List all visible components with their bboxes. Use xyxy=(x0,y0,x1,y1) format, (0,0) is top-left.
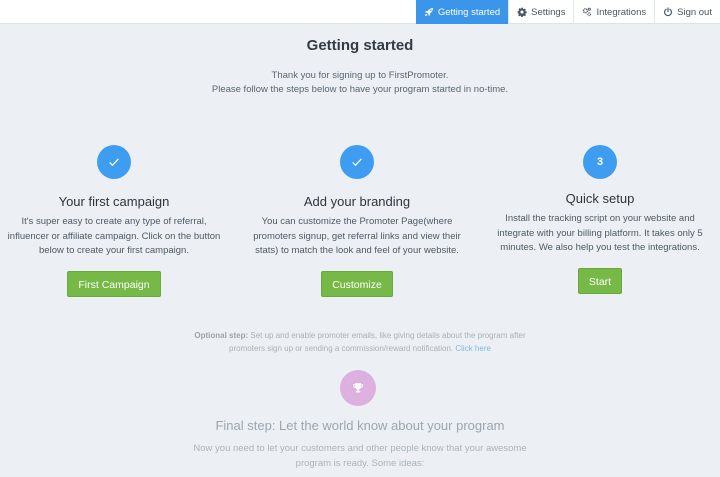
step-quick-setup: 3 Quick setup Install the tracking scrip… xyxy=(485,145,715,294)
step-2-desc-line-2: promoters signup, get referral links and… xyxy=(253,230,461,242)
step-1-desc-line-2: influencer or affiliate campaign. Click … xyxy=(7,230,221,242)
power-icon xyxy=(664,7,673,17)
step-3-title: Quick setup xyxy=(565,191,635,206)
step-3-desc-line-1: Install the tracking script on your webs… xyxy=(505,213,695,224)
trophy-icon xyxy=(353,383,363,393)
step-add-branding: Add your branding You can customize the … xyxy=(243,145,471,297)
step-2-title: Add your branding xyxy=(303,194,411,209)
step-1-description: It's super easy to create any type of re… xyxy=(0,215,228,259)
step-3-number-badge: 3 xyxy=(583,145,617,179)
nav-sign-out[interactable]: Sign out xyxy=(654,0,720,24)
step-3-desc-line-2: integrate with your billing platform. It… xyxy=(497,227,703,239)
step-3-desc-line-3: minutes. We also help you test the integ… xyxy=(500,242,700,253)
step-2-desc-line-1: You can customize the Promoter Page(wher… xyxy=(261,216,453,227)
optional-line-1-text: Set up and enable promoter emails, like … xyxy=(248,331,526,340)
step-1-title: Your first campaign xyxy=(58,194,170,209)
step-1-desc-line-1: It's super easy to create any type of re… xyxy=(21,216,207,227)
nav-settings-label: Settings xyxy=(531,6,566,18)
final-step-title: Final step: Let the world know about you… xyxy=(215,418,505,433)
optional-line-1: Optional step: Set up and enable promote… xyxy=(0,330,720,343)
optional-step-note: Optional step: Set up and enable promote… xyxy=(0,330,720,355)
optional-line-2: promoters sign up or sending a commissio… xyxy=(0,343,720,356)
step-2-desc-line-3: stats) to match the look and feel of you… xyxy=(255,245,459,256)
step-3-description: Install the tracking script on your webs… xyxy=(485,212,715,256)
final-desc-line-1: Now you need to let your customers and o… xyxy=(193,443,527,454)
optional-line-2-text: promoters sign up or sending a commissio… xyxy=(229,343,456,353)
nav-integrations[interactable]: Integrations xyxy=(573,0,654,24)
step-1-desc-line-3: below to create your first campaign. xyxy=(39,245,189,256)
intro-line-1: Thank you for signing up to FirstPromote… xyxy=(271,70,449,81)
final-step-badge xyxy=(340,370,376,406)
first-campaign-button[interactable]: First Campaign xyxy=(67,270,161,297)
optional-click-here-link[interactable]: Click here xyxy=(455,344,491,353)
step-2-description: You can customize the Promoter Page(wher… xyxy=(243,215,471,259)
final-desc-line-2: program is ready. Some ideas: xyxy=(295,457,425,469)
nav-integrations-label: Integrations xyxy=(596,6,647,18)
nav-getting-started-label: Getting started xyxy=(437,6,501,18)
step-1-completed-badge xyxy=(97,145,131,179)
nav-menu: Getting started Settings Integrations Si… xyxy=(415,0,720,24)
gear-icon xyxy=(517,7,527,17)
checkmark-icon xyxy=(109,158,119,167)
checkmark-icon xyxy=(352,158,362,167)
nav-getting-started[interactable]: Getting started xyxy=(415,0,509,24)
gears-icon xyxy=(583,7,592,17)
final-step-description: Now you need to let your customers and o… xyxy=(0,442,720,471)
intro-line-2: Please follow the steps below to have yo… xyxy=(211,84,509,95)
optional-step-label: Optional step: xyxy=(194,331,249,340)
step-2-completed-badge xyxy=(340,145,374,179)
top-navigation-bar: Getting started Settings Integrations Si… xyxy=(0,0,720,24)
page-title: Getting started xyxy=(306,37,414,54)
nav-settings[interactable]: Settings xyxy=(508,0,573,24)
start-button[interactable]: Start xyxy=(577,267,623,294)
nav-sign-out-label: Sign out xyxy=(677,6,712,18)
rocket-icon xyxy=(424,7,433,17)
intro-text: Thank you for signing up to FirstPromote… xyxy=(0,69,720,97)
step-first-campaign: Your first campaign It's super easy to c… xyxy=(0,145,228,297)
customize-button[interactable]: Customize xyxy=(321,270,393,297)
